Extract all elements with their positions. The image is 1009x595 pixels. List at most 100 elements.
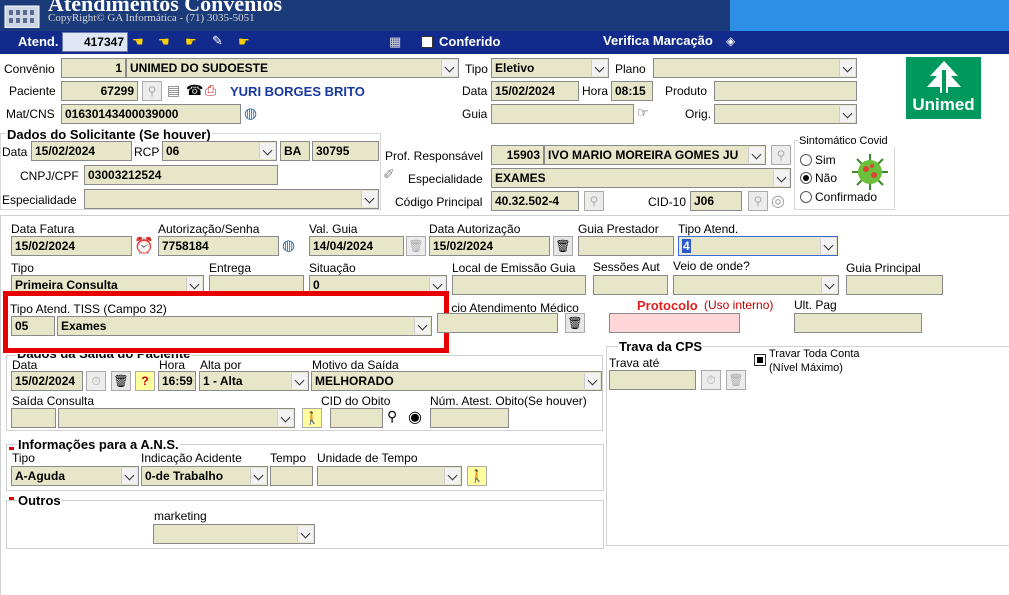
chevron-down-icon[interactable]	[259, 143, 275, 159]
walking-person-icon[interactable]: 🚶	[467, 466, 487, 486]
alta-select[interactable]: 1 - Alta	[199, 371, 309, 391]
trava-ate-field[interactable]	[609, 370, 696, 390]
chevron-down-icon[interactable]	[250, 468, 266, 484]
alarm-clock-icon[interactable]: ⏰	[134, 236, 154, 256]
paciente-code-field[interactable]: 67299	[61, 81, 138, 101]
marketing-select[interactable]	[153, 524, 315, 544]
chevron-down-icon[interactable]	[591, 60, 607, 76]
chevron-down-icon[interactable]	[773, 170, 789, 186]
pen-icon[interactable]: ✐	[383, 166, 395, 183]
chevron-down-icon[interactable]	[361, 191, 377, 207]
binoculars-icon[interactable]: ⚲	[584, 191, 604, 211]
chevron-down-icon[interactable]	[839, 106, 855, 122]
convenio-code-field[interactable]: 1	[61, 58, 126, 78]
sol-data-field[interactable]: 15/02/2024	[31, 141, 132, 161]
phone-icon[interactable]: ☎	[186, 82, 203, 99]
help-icon[interactable]: ?	[135, 371, 155, 391]
hand-point-icon[interactable]: ☞	[637, 105, 649, 121]
inicio-field[interactable]	[437, 313, 558, 333]
rcp-select[interactable]: 06	[162, 141, 277, 161]
guia-field[interactable]	[491, 104, 634, 124]
data-fatura-field[interactable]: 15/02/2024	[11, 236, 132, 256]
orig-select[interactable]	[714, 104, 857, 124]
sessoes-field[interactable]	[593, 275, 668, 295]
produto-field[interactable]	[714, 81, 857, 101]
verifica-icon[interactable]: ◈	[726, 34, 735, 48]
acidente-select[interactable]: 0-de Trabalho	[141, 466, 268, 486]
chevron-down-icon[interactable]	[748, 147, 764, 163]
covid-sim-radio[interactable]	[800, 154, 812, 166]
crm-field[interactable]: 30795	[312, 141, 379, 161]
guia-principal-field[interactable]	[846, 275, 943, 295]
chevron-down-icon[interactable]	[277, 410, 293, 426]
especialidade-select[interactable]	[84, 189, 379, 209]
prof-select[interactable]: IVO MARIO MOREIRA GOMES JU	[544, 145, 766, 165]
binoculars-icon[interactable]: ⚲	[142, 81, 162, 101]
hand-new-icon[interactable]: ☛	[185, 34, 197, 50]
disc-icon[interactable]: ◎	[771, 191, 785, 211]
covid-nao-radio[interactable]	[800, 172, 812, 184]
globe-icon[interactable]: ◍	[282, 236, 295, 254]
trash-icon[interactable]: 🗑	[111, 371, 131, 391]
tipo-select[interactable]: Eletivo	[491, 58, 609, 78]
data-aut-field[interactable]: 15/02/2024	[429, 236, 550, 256]
guia-prestador-field[interactable]	[578, 236, 674, 256]
saida-data-field[interactable]: 15/02/2024	[11, 371, 83, 391]
tipo-atend-select[interactable]: 4	[678, 236, 838, 256]
uf-field[interactable]: BA	[280, 141, 310, 161]
chevron-down-icon[interactable]	[121, 468, 137, 484]
binoculars-icon[interactable]: ⚲	[771, 145, 791, 165]
veio-select[interactable]	[673, 275, 839, 295]
ans-tipo-select[interactable]: A-Aguda	[11, 466, 139, 486]
covid-confirmado-radio[interactable]	[800, 191, 812, 203]
local-emissao-field[interactable]	[452, 275, 586, 295]
verifica-marcacao-link[interactable]: Verifica Marcação	[603, 33, 713, 48]
cid-field[interactable]: J06	[690, 191, 742, 211]
matcns-field[interactable]: 01630143400039000	[61, 104, 241, 124]
cid-obito-field[interactable]	[330, 408, 383, 428]
travar-checkbox[interactable]	[754, 354, 766, 366]
clock-icon[interactable]: ⏱	[86, 371, 106, 391]
cnpj-field[interactable]: 03003212524	[84, 165, 278, 185]
hand-next-icon[interactable]: ☛	[238, 34, 250, 50]
calculator-icon[interactable]: ▦	[389, 34, 401, 50]
chevron-down-icon[interactable]	[839, 60, 855, 76]
printer-icon[interactable]: ⎙	[205, 82, 216, 99]
walking-person-icon[interactable]: 🚶	[302, 408, 322, 428]
chevron-down-icon[interactable]	[584, 373, 600, 389]
chevron-down-icon[interactable]	[820, 238, 836, 254]
unidade-select[interactable]	[317, 466, 462, 486]
conferido-checkbox[interactable]	[421, 36, 433, 48]
chevron-down-icon[interactable]	[291, 373, 307, 389]
trash-icon[interactable]: 🗑	[565, 313, 585, 333]
motivo-select[interactable]: MELHORADO	[311, 371, 602, 391]
num-atest-field[interactable]	[430, 408, 509, 428]
val-guia-field[interactable]: 14/04/2024	[309, 236, 404, 256]
edit-icon[interactable]: ✎	[212, 33, 223, 49]
binoculars-icon[interactable]: ⚲	[748, 191, 768, 211]
globe-icon[interactable]: ◍	[244, 104, 257, 122]
protocolo-field[interactable]	[609, 313, 740, 333]
trash-icon[interactable]: 🗑	[726, 370, 746, 390]
hand-prev-icon[interactable]: ☚	[158, 34, 170, 50]
saida-consulta-code[interactable]	[11, 408, 56, 428]
hand-left-icon[interactable]: ☚	[132, 34, 144, 50]
esp2-select[interactable]: EXAMES	[491, 168, 791, 188]
chevron-down-icon[interactable]	[821, 277, 837, 293]
hora-field[interactable]: 08:15	[611, 81, 653, 101]
binoculars-icon[interactable]: ⚲	[387, 408, 397, 425]
ult-pag-field[interactable]	[794, 313, 922, 333]
saida-hora-field[interactable]: 16:59	[158, 371, 196, 391]
chevron-down-icon[interactable]	[444, 468, 460, 484]
clock-icon[interactable]: ⏱	[701, 370, 721, 390]
trash-icon[interactable]: 🗑	[406, 236, 426, 256]
trash-icon[interactable]: 🗑	[553, 236, 573, 256]
document-icon[interactable]: ▤	[167, 82, 180, 99]
saida-consulta-select[interactable]	[58, 408, 295, 428]
convenio-select[interactable]: UNIMED DO SUDOESTE	[126, 58, 459, 78]
chevron-down-icon[interactable]	[297, 526, 313, 542]
chevron-down-icon[interactable]	[441, 60, 457, 76]
autorizacao-field[interactable]: 7758184	[158, 236, 279, 256]
prof-code-field[interactable]: 15903	[491, 145, 544, 165]
plano-select[interactable]	[653, 58, 857, 78]
